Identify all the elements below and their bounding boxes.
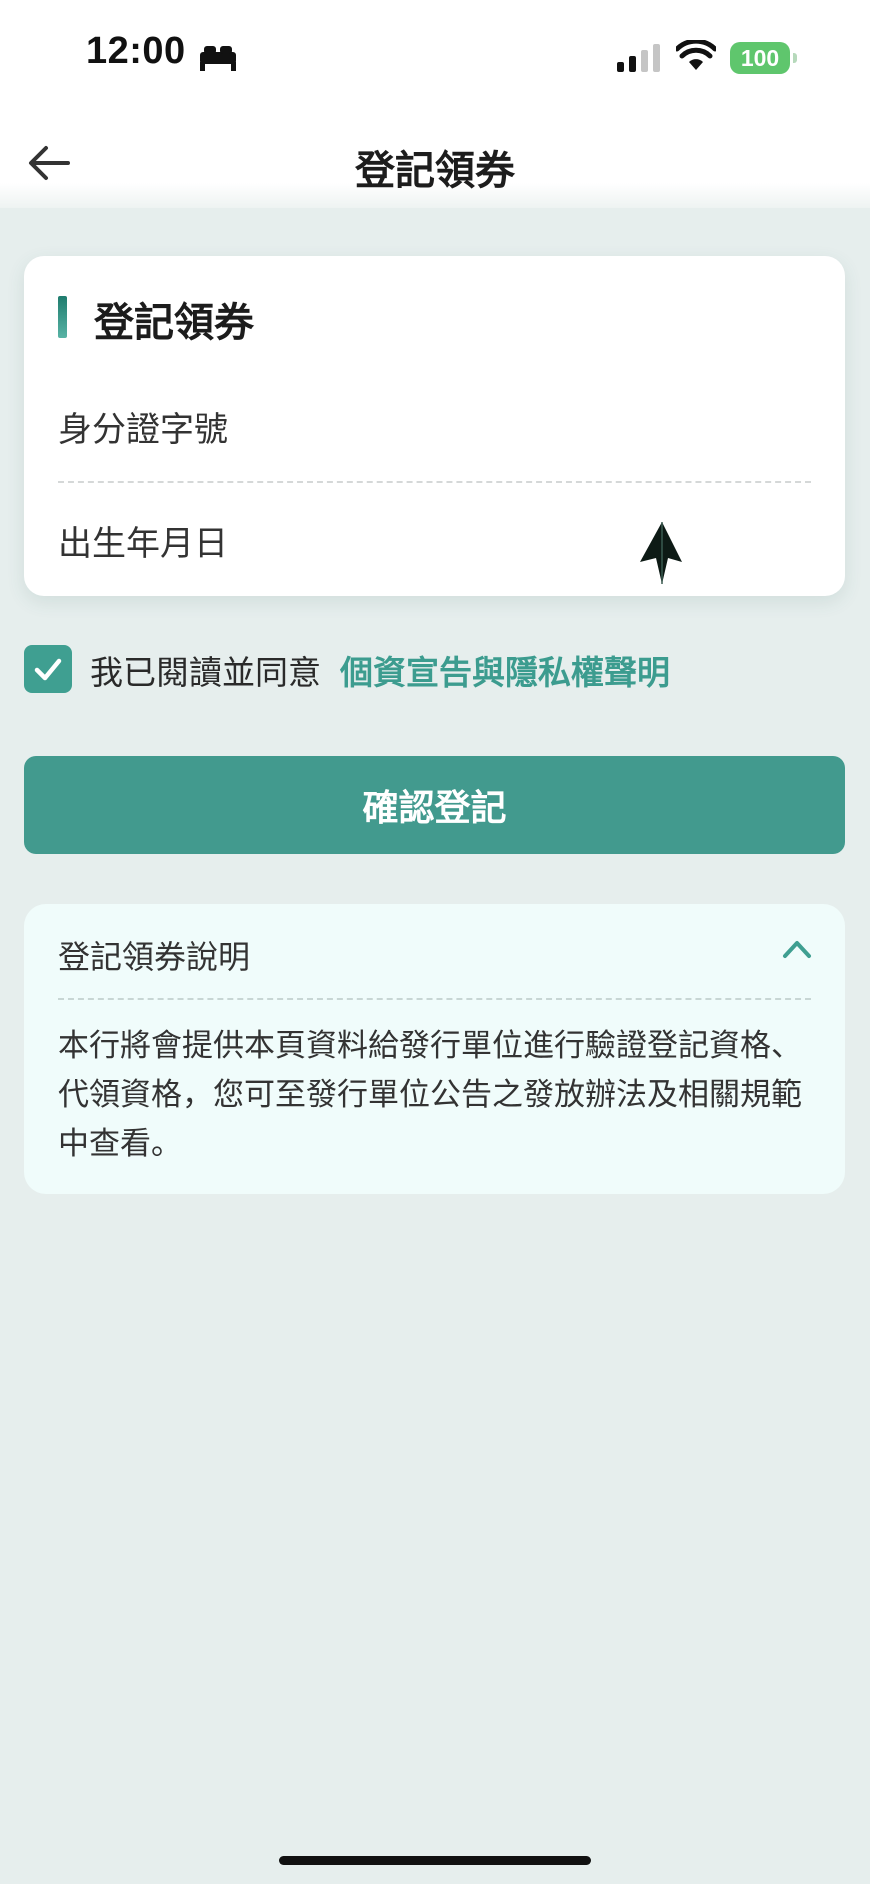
page-title: 登記領券 xyxy=(355,148,515,194)
info-title: 登記領券說明 xyxy=(58,938,251,976)
bed-icon xyxy=(200,46,236,71)
birth-date-input[interactable] xyxy=(324,510,818,572)
checkmark-icon xyxy=(34,658,62,681)
form-title: 登記領券 xyxy=(94,300,254,346)
birth-date-label: 出生年月日 xyxy=(58,524,228,564)
privacy-statement-link[interactable]: 個資宣告與隱私權聲明 xyxy=(340,646,670,694)
status-time: 12:00 xyxy=(86,30,186,72)
info-divider xyxy=(58,998,811,1000)
registration-info-card: 登記領券說明 本行將會提供本頁資料給發行單位進行驗證登記資格、代領資格，您可至發… xyxy=(24,904,845,1194)
id-number-label: 身分證字號 xyxy=(58,410,228,450)
agree-checkbox[interactable] xyxy=(24,645,72,693)
title-accent-bar xyxy=(58,296,67,338)
id-number-input[interactable] xyxy=(324,396,818,458)
confirm-registration-button[interactable]: 確認登記 xyxy=(24,756,845,854)
info-body: 本行將會提供本頁資料給發行單位進行驗證登記資格、代領資格，您可至發行單位公告之發… xyxy=(58,1028,802,1162)
agree-text: 我已閱讀並同意 xyxy=(90,653,321,692)
wifi-icon xyxy=(676,40,716,70)
registration-form-card: 登記領券 身分證字號 出生年月日 xyxy=(24,256,845,596)
home-indicator[interactable] xyxy=(279,1856,591,1865)
cellular-signal-icon xyxy=(617,44,660,72)
chevron-up-icon[interactable] xyxy=(782,938,812,960)
battery-indicator: 100 xyxy=(730,42,797,74)
field-divider xyxy=(58,481,811,483)
mouse-pointer-icon xyxy=(640,522,682,584)
